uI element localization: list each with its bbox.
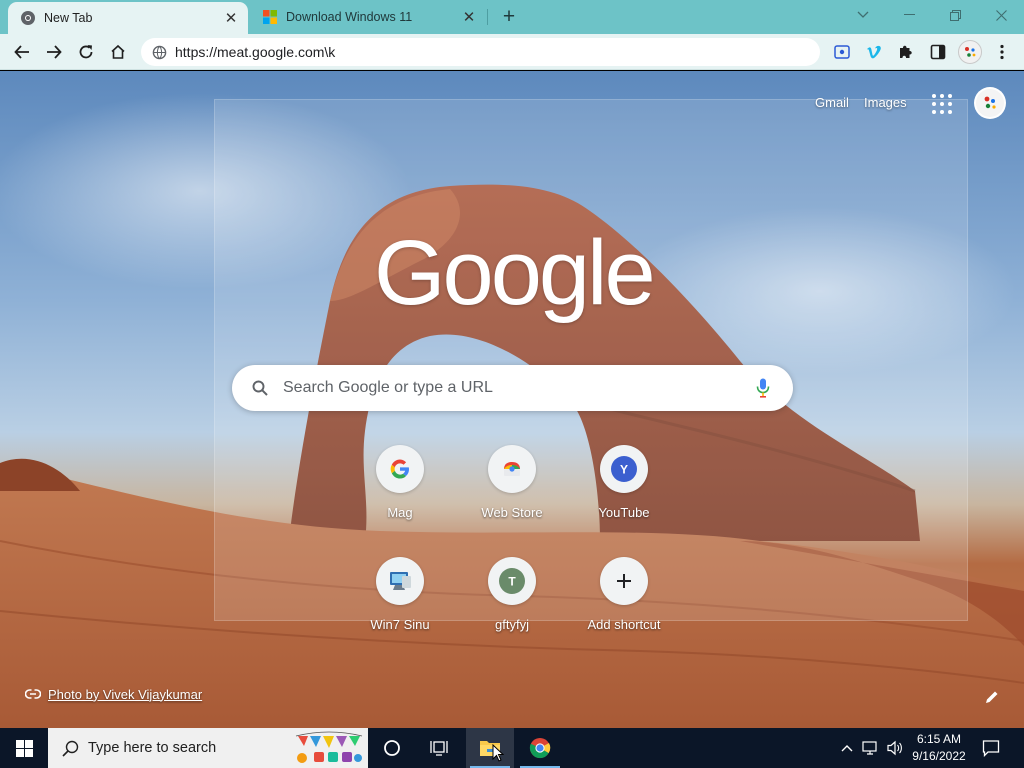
new-tab-page: Gmail Images Google Search Google or typ… xyxy=(0,71,1024,728)
plus-icon xyxy=(617,574,631,588)
search-box[interactable]: Search Google or type a URL xyxy=(232,365,793,411)
shortcut-label: Add shortcut xyxy=(587,617,661,632)
photo-credit-link[interactable]: Photo by Vivek Vijaykumar xyxy=(24,685,202,703)
shortcut-gftyfyj[interactable]: T gftyfyj xyxy=(456,541,568,653)
new-tab-button[interactable]: + xyxy=(498,5,520,28)
apps-grid-icon[interactable] xyxy=(932,94,952,114)
taskbar-file-explorer[interactable] xyxy=(466,728,514,768)
close-tab-icon[interactable]: ✕ xyxy=(222,9,240,27)
side-panel-icon[interactable] xyxy=(924,38,952,66)
tab-search-chevron-icon[interactable] xyxy=(840,0,886,30)
profile-avatar[interactable] xyxy=(956,38,984,66)
photo-credit-text: Photo by Vivek Vijaykumar xyxy=(48,686,203,702)
windows-logo-icon xyxy=(262,9,278,25)
svg-text:T: T xyxy=(508,575,516,589)
browser-toolbar: https://meat.google.com\k xyxy=(0,34,1024,70)
forward-button[interactable] xyxy=(40,38,68,66)
address-bar[interactable]: https://meat.google.com\k xyxy=(141,38,820,66)
network-icon[interactable] xyxy=(860,728,882,768)
add-shortcut-button[interactable]: Add shortcut xyxy=(568,541,680,653)
show-hidden-icons-chevron[interactable] xyxy=(838,728,856,768)
windows-taskbar: Type here to search 6:15 AM 9/16/2022 xyxy=(0,728,1024,768)
tab-strip: New Tab ✕ Download Windows 11 ✕ + xyxy=(0,0,1024,34)
account-avatar[interactable] xyxy=(974,87,1006,119)
home-button[interactable] xyxy=(104,38,132,66)
tab-title: Download Windows 11 xyxy=(286,10,413,24)
reload-button[interactable] xyxy=(72,38,100,66)
search-icon xyxy=(250,378,270,398)
tab-download-windows-11[interactable]: Download Windows 11 ✕ xyxy=(250,0,486,34)
shortcut-label: YouTube xyxy=(598,505,650,520)
menu-kebab-icon[interactable] xyxy=(988,38,1016,66)
shortcut-youtube[interactable]: Y YouTube xyxy=(568,429,680,541)
taskbar-clock[interactable]: 6:15 AM 9/16/2022 xyxy=(906,731,972,765)
minimize-button[interactable] xyxy=(886,0,932,30)
search-placeholder: Search Google or type a URL xyxy=(283,379,493,396)
extensions-puzzle-icon[interactable] xyxy=(892,38,920,66)
volume-icon[interactable] xyxy=(884,728,906,768)
cortana-circle-icon xyxy=(384,740,400,756)
vimeo-extension-icon[interactable] xyxy=(860,38,888,66)
shortcut-label: Web Store xyxy=(481,505,543,520)
taskbar-search-box[interactable]: Type here to search xyxy=(48,728,368,768)
shortcut-mag[interactable]: Mag xyxy=(344,429,456,541)
shortcut-win7-sinu[interactable]: Win7 Sinu xyxy=(344,541,456,653)
action-center-icon[interactable] xyxy=(978,728,1004,768)
letter-avatar-t: T xyxy=(499,568,525,594)
microphone-icon[interactable] xyxy=(751,376,775,400)
chrome-icon xyxy=(529,738,551,759)
screen-cast-icon[interactable] xyxy=(828,38,856,66)
search-highlight-doodle-icon xyxy=(295,731,363,763)
customize-pencil-icon[interactable] xyxy=(982,687,1002,707)
taskbar-search-placeholder: Type here to search xyxy=(88,740,217,756)
svg-text:Y: Y xyxy=(620,463,628,477)
chrome-icon xyxy=(20,10,36,26)
gmail-link[interactable]: Gmail xyxy=(815,95,849,110)
tab-new-tab[interactable]: New Tab ✕ xyxy=(8,2,248,34)
computer-icon xyxy=(390,572,411,590)
google-logo: Google xyxy=(374,222,656,324)
task-view-icon xyxy=(430,741,448,756)
clock-date: 9/16/2022 xyxy=(912,749,966,763)
shortcut-label: Win7 Sinu xyxy=(370,617,430,632)
start-button[interactable] xyxy=(0,728,48,768)
clock-time: 6:15 AM xyxy=(916,732,962,746)
images-link[interactable]: Images xyxy=(864,95,907,110)
shortcut-label: Mag xyxy=(387,505,413,520)
windows-start-icon xyxy=(15,739,33,757)
taskbar-chrome[interactable] xyxy=(516,728,564,768)
google-g-icon xyxy=(390,459,409,479)
letter-avatar-y: Y xyxy=(611,456,637,482)
webstore-icon xyxy=(504,462,520,476)
close-window-button[interactable] xyxy=(978,0,1024,30)
shortcut-web-store[interactable]: Web Store xyxy=(456,429,568,541)
restore-button[interactable] xyxy=(932,0,978,30)
task-view-button[interactable] xyxy=(416,728,464,768)
tab-separator xyxy=(487,9,488,25)
close-tab-icon[interactable]: ✕ xyxy=(460,8,478,26)
back-button[interactable] xyxy=(8,38,36,66)
mouse-cursor-icon xyxy=(492,744,505,762)
link-icon xyxy=(24,685,42,703)
cortana-button[interactable] xyxy=(368,728,416,768)
url-text: https://meat.google.com\k xyxy=(175,44,336,60)
search-icon xyxy=(60,738,80,758)
shortcut-label: gftyfyj xyxy=(495,617,529,632)
tab-title: New Tab xyxy=(44,11,93,25)
site-info-icon[interactable] xyxy=(151,44,167,60)
